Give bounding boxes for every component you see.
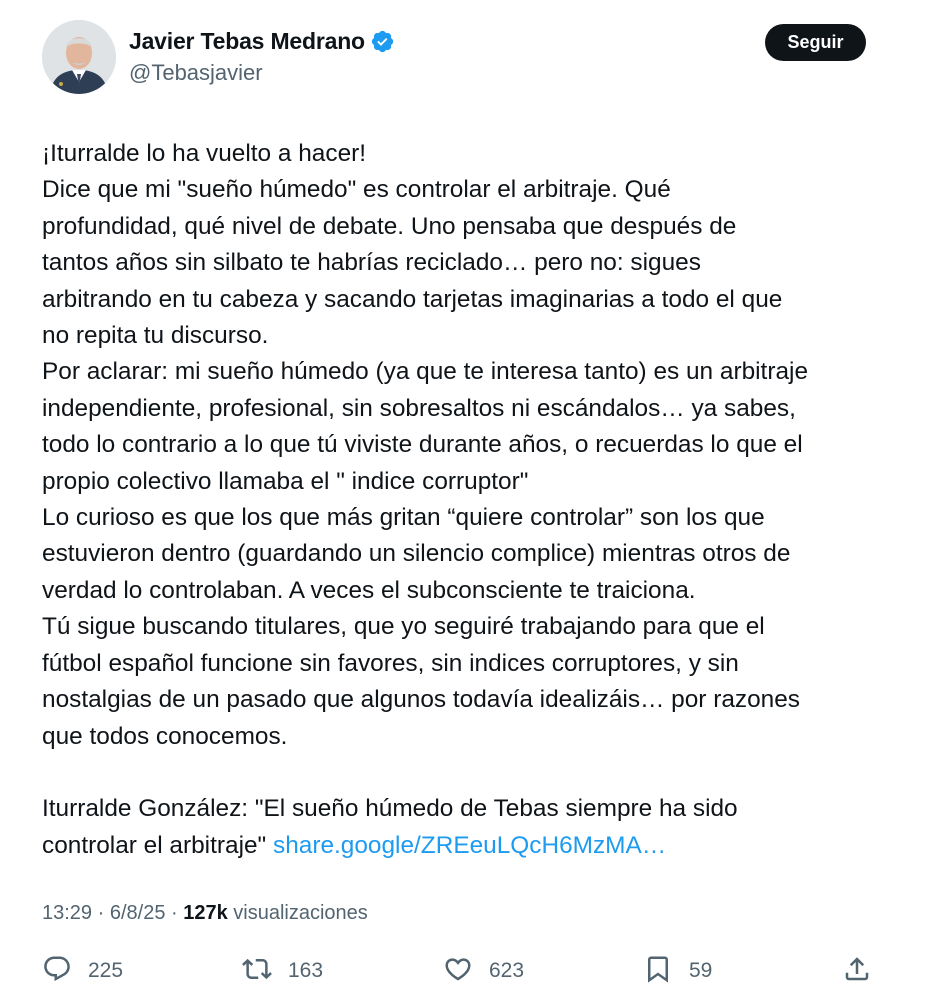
tweet-line: no repita tu discurso.	[42, 322, 269, 350]
author-name[interactable]: Javier Tebas Medrano	[129, 28, 365, 55]
tweet-line: Por aclarar: mi sueño húmedo (ya que te …	[42, 358, 809, 386]
action-bar: 225 163 623 59	[0, 952, 933, 992]
tweet-line: que todos conocemos.	[42, 722, 288, 750]
views-label[interactable]: visualizaciones	[228, 902, 368, 924]
quoted-headline-text: controlar el arbitraje"	[42, 831, 273, 859]
tweet-line: todo lo contrario a lo que tú viviste du…	[42, 431, 803, 459]
tweet-line: fútbol español funcione sin favores, sin…	[42, 649, 739, 677]
tweet-line: arbitrando en tu cabeza y sacando tarjet…	[42, 285, 783, 313]
meta-separator: ·	[92, 902, 110, 924]
share-icon	[842, 954, 872, 989]
tweet-line: Lo curioso es que los que más gritan “qu…	[42, 504, 765, 532]
quoted-headline-line-with-link: controlar el arbitraje" share.google/ZRE…	[42, 828, 892, 864]
reply-count: 225	[88, 959, 124, 982]
meta-separator: ·	[165, 902, 184, 924]
bookmark-icon	[643, 954, 673, 989]
share-button[interactable]	[842, 952, 872, 990]
tweet-line: Dice que mi "sueño húmedo" es controlar …	[42, 176, 671, 204]
tweet-line: profundidad, qué nivel de debate. Uno pe…	[42, 212, 737, 240]
bookmark-count: 59	[689, 959, 713, 982]
repost-button[interactable]: 163	[242, 952, 323, 990]
reply-icon	[42, 954, 72, 989]
like-count: 623	[489, 959, 525, 982]
tweet-time[interactable]: 13:29	[42, 902, 92, 924]
like-icon	[443, 954, 473, 989]
reply-button[interactable]: 225	[42, 952, 123, 990]
tweet-line: verdad lo controlaban. A veces el subcon…	[42, 576, 696, 604]
tweet-line: propio colectivo llamaba el " indice cor…	[42, 467, 529, 495]
tweet-line: estuvieron dentro (guardando un silencio…	[42, 540, 791, 568]
tweet-line: tantos años sin silbato te habrías recic…	[42, 249, 701, 277]
tweet-meta: 13:29 · 6/8/25 · 127k visualizaciones	[42, 902, 368, 925]
tweet-line: nostalgias de un pasado que algunos toda…	[42, 686, 800, 714]
repost-count: 163	[288, 959, 324, 982]
like-button[interactable]: 623	[443, 952, 524, 990]
views-count[interactable]: 127k	[183, 902, 228, 924]
verified-badge-icon[interactable]	[370, 29, 395, 54]
article-link[interactable]: share.google/ZREeuLQcH6MzMA…	[273, 832, 666, 859]
follow-button[interactable]: Seguir	[765, 24, 866, 61]
author-avatar[interactable]	[42, 20, 116, 94]
quoted-headline-line: Iturralde González: "El sueño húmedo de …	[42, 795, 738, 823]
tweet-text: ¡Iturralde lo ha vuelto a hacer! Dice qu…	[42, 136, 892, 864]
tweet-line: independiente, profesional, sin sobresal…	[42, 394, 796, 422]
author-handle[interactable]: @Tebasjavier	[129, 60, 263, 86]
tweet-date[interactable]: 6/8/25	[110, 902, 166, 924]
author-name-row[interactable]: Javier Tebas Medrano	[129, 28, 395, 55]
repost-icon	[242, 954, 272, 989]
bookmark-button[interactable]: 59	[643, 952, 712, 990]
tweet-line: Tú sigue buscando titulares, que yo segu…	[42, 613, 765, 641]
tweet-line: ¡Iturralde lo ha vuelto a hacer!	[42, 140, 367, 167]
